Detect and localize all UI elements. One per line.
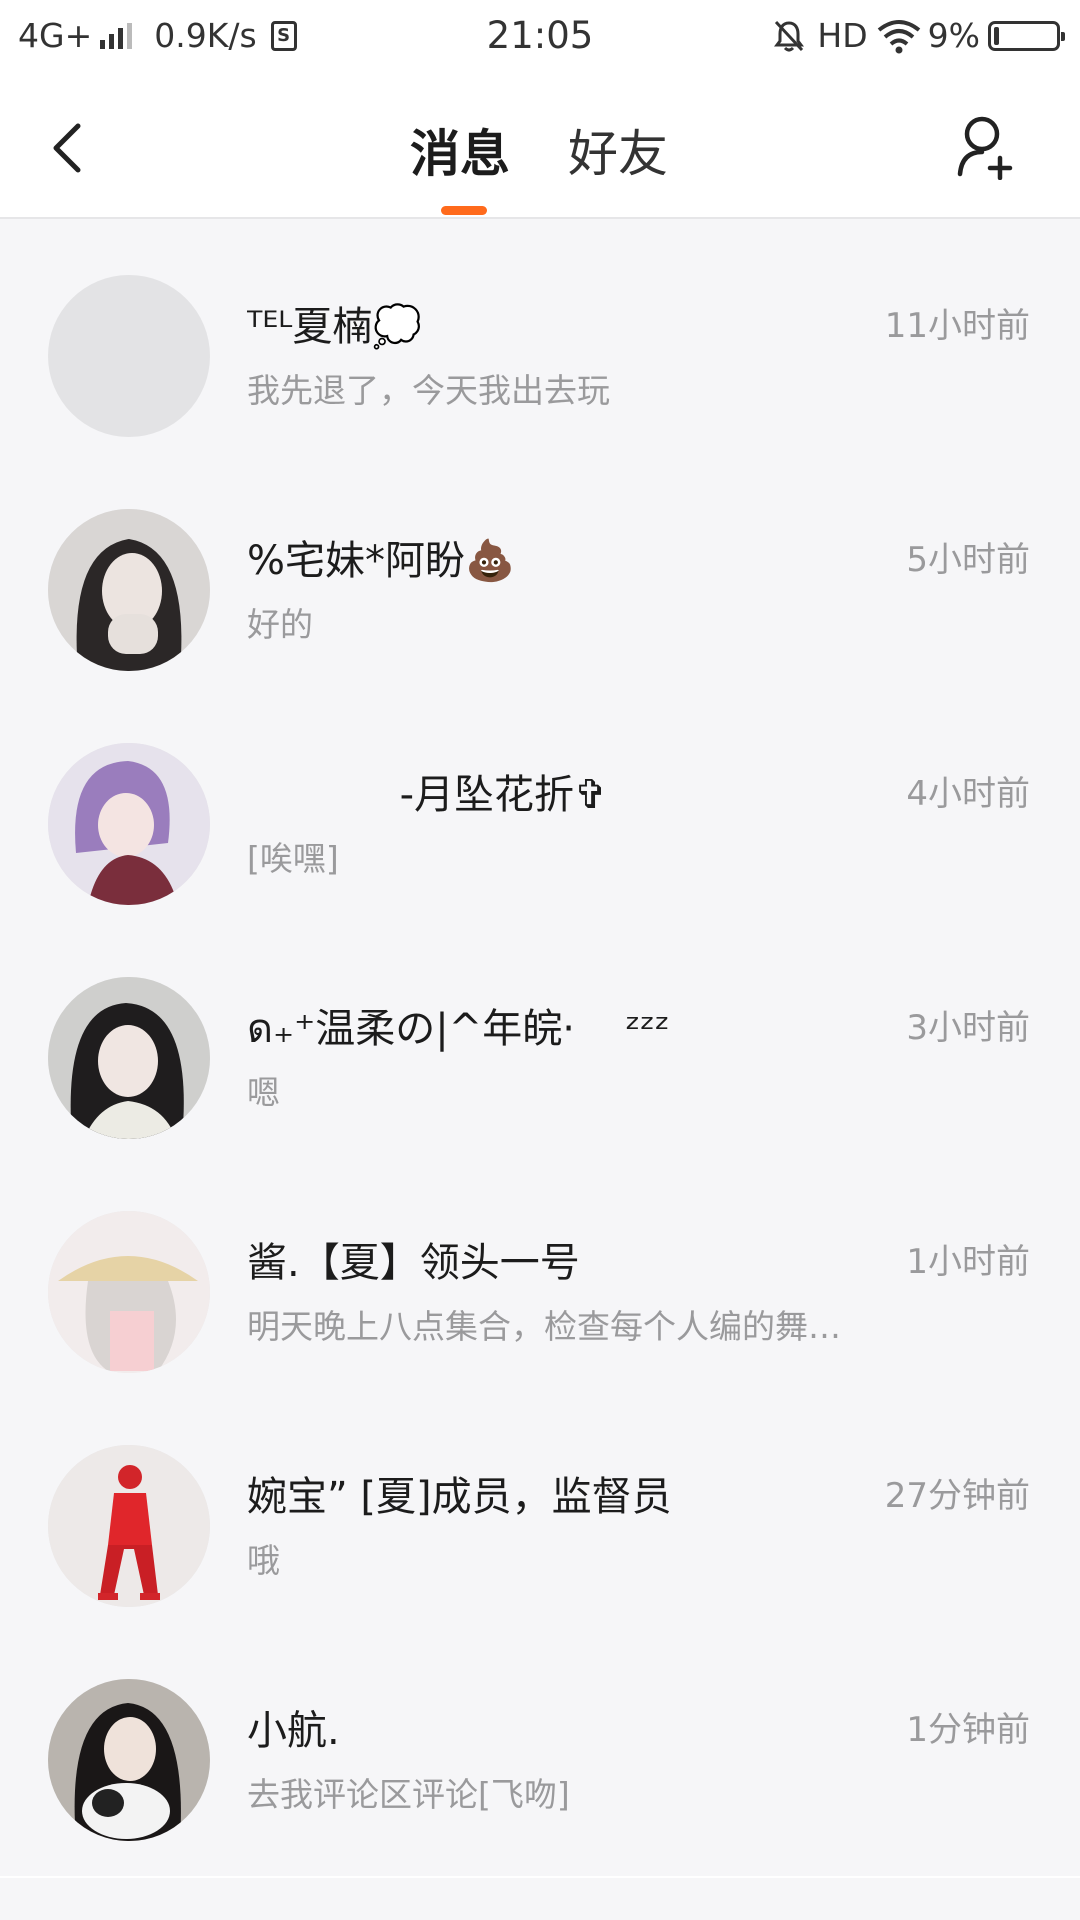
conversation-row[interactable]: 小航. 1分钟前 去我评论区评论[飞吻] <box>0 1640 1080 1874</box>
conversation-list: ᵀᴱᴸ夏楠💭 11小时前 我先退了，今天我出去玩 %宅妹*阿盼💩 5小时前 好的… <box>0 236 1080 1874</box>
active-tab-indicator <box>441 206 487 215</box>
avatar[interactable] <box>48 509 210 671</box>
avatar[interactable] <box>48 743 210 905</box>
battery-percent: 9% <box>927 16 980 55</box>
message-preview: 去我评论区评论[飞吻] <box>247 1775 570 1814</box>
contact-name: 酱.【夏】领头一号 <box>247 1240 580 1286</box>
bell-muted-icon <box>774 20 805 51</box>
top-nav-bar: 消息 好友 <box>0 76 1080 219</box>
hd-badge: HD <box>817 16 868 55</box>
conversation-row[interactable]: ด₊⁺温柔の|^年皖· ᶻᶻᶻ 3小时前 嗯 <box>0 938 1080 1172</box>
contact-name: ด₊⁺温柔の|^年皖· ᶻᶻᶻ <box>247 1006 670 1052</box>
conversation-row[interactable]: -月坠花折✞ 4小时前 [唉嘿] <box>0 704 1080 938</box>
message-preview: 我先退了，今天我出去玩 <box>247 371 610 410</box>
battery-icon <box>988 20 1065 51</box>
message-preview: 好的 <box>247 605 313 644</box>
message-preview: 哦 <box>247 1541 280 1580</box>
message-preview: 明天晚上八点集合，检查每个人编的舞… <box>247 1307 841 1346</box>
conversation-row[interactable]: %宅妹*阿盼💩 5小时前 好的 <box>0 470 1080 704</box>
message-preview: [唉嘿] <box>247 839 339 878</box>
back-arrow-icon[interactable] <box>44 116 94 180</box>
message-time: 1分钟前 <box>906 1710 1030 1750</box>
contact-name: %宅妹*阿盼💩 <box>247 538 515 584</box>
message-time: 3小时前 <box>906 1008 1030 1048</box>
contact-name: -月坠花折✞ <box>247 772 608 818</box>
list-divider <box>0 1876 1080 1878</box>
message-time: 11小时前 <box>884 306 1030 346</box>
wifi-icon <box>877 19 920 53</box>
contact-name: 婉宝” [夏]成员，监督员 <box>247 1474 672 1520</box>
avatar[interactable] <box>48 1211 210 1373</box>
avatar[interactable] <box>48 275 210 437</box>
contact-name: ᵀᴱᴸ夏楠💭 <box>247 304 423 350</box>
status-bar: 4G+ 0.9K/s S 21:05 HD 9% <box>0 0 1080 76</box>
message-time: 4小时前 <box>906 774 1030 814</box>
tab-friends[interactable]: 好友 <box>568 114 668 186</box>
message-time: 5小时前 <box>906 540 1030 580</box>
contact-name: 小航. <box>247 1708 340 1754</box>
message-time: 1小时前 <box>906 1242 1030 1282</box>
message-time: 27分钟前 <box>884 1476 1030 1516</box>
avatar[interactable] <box>48 1679 210 1841</box>
tab-messages[interactable]: 消息 <box>410 114 510 186</box>
conversation-row[interactable]: ᵀᴱᴸ夏楠💭 11小时前 我先退了，今天我出去玩 <box>0 236 1080 470</box>
avatar[interactable] <box>48 1445 210 1607</box>
conversation-row[interactable]: 婉宝” [夏]成员，监督员 27分钟前 哦 <box>0 1406 1080 1640</box>
message-preview: 嗯 <box>247 1073 280 1112</box>
avatar[interactable] <box>48 977 210 1139</box>
add-friend-icon[interactable] <box>956 112 1020 180</box>
status-right: HD 9% <box>771 16 1065 55</box>
conversation-row[interactable]: 酱.【夏】领头一号 1小时前 明天晚上八点集合，检查每个人编的舞… <box>0 1172 1080 1406</box>
